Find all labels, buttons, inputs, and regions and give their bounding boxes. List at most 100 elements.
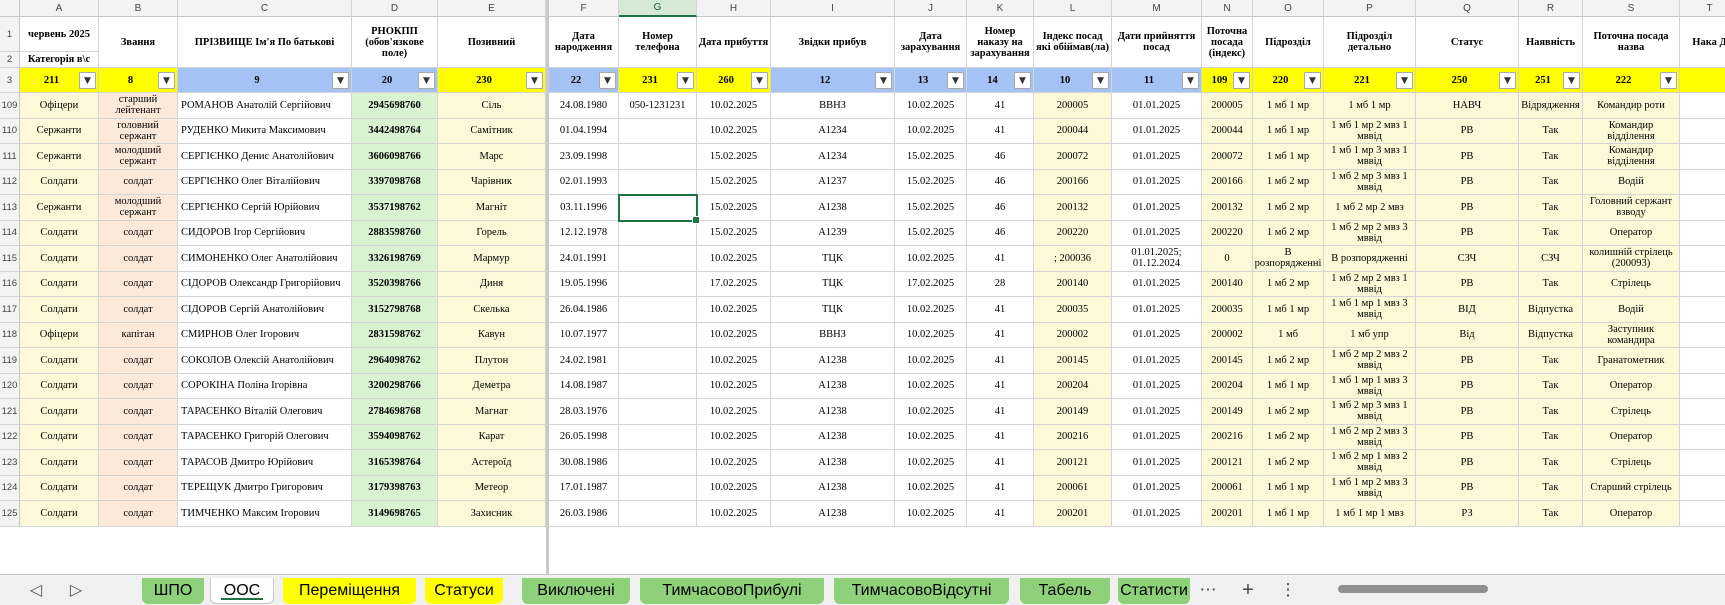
column-header-l[interactable]: L — [1034, 0, 1112, 17]
row-header[interactable]: 121 — [0, 399, 20, 425]
header-cell-m[interactable]: Дати прийняття посад — [1112, 17, 1202, 68]
table-cell[interactable]: 10.02.2025 — [697, 297, 771, 323]
table-cell[interactable]: СЗЧ — [1416, 246, 1519, 272]
table-cell[interactable] — [619, 373, 697, 399]
table-cell[interactable]: Відпустка — [1519, 297, 1583, 323]
table-cell[interactable]: Солдати — [20, 220, 99, 246]
more-sheets-icon[interactable]: ⋯ — [1196, 580, 1220, 600]
table-cell[interactable]: Відпустка — [1519, 322, 1583, 348]
table-cell[interactable]: РВ — [1416, 475, 1519, 501]
table-cell[interactable]: 41 — [967, 93, 1034, 119]
table-cell[interactable]: 200216 — [1034, 424, 1112, 450]
table-cell[interactable]: Оператор — [1583, 220, 1680, 246]
table-cell[interactable] — [619, 220, 697, 246]
table-cell[interactable]: 17.02.2025 — [895, 271, 967, 297]
table-cell[interactable]: Командир роти — [1583, 93, 1680, 119]
header-cell-d[interactable]: РНОКПП (обов'язкове поле) — [352, 17, 438, 68]
row-header-3[interactable]: 3 — [0, 68, 20, 93]
table-cell[interactable]: Так — [1519, 118, 1583, 144]
table-cell[interactable]: Марс — [438, 144, 546, 170]
table-cell[interactable]: молодший сержант — [99, 195, 178, 221]
table-cell[interactable]: Плутон — [438, 348, 546, 374]
table-cell[interactable]: 2831598762 — [352, 322, 438, 348]
table-cell[interactable]: А1238 — [771, 475, 895, 501]
table-cell[interactable]: Мармур — [438, 246, 546, 272]
table-cell[interactable]: 3149698765 — [352, 501, 438, 527]
table-cell[interactable]: 01.01.2025 — [1112, 144, 1202, 170]
table-cell[interactable]: А1238 — [771, 195, 895, 221]
table-cell[interactable] — [619, 297, 697, 323]
table-cell[interactable]: 10.02.2025 — [895, 322, 967, 348]
table-cell[interactable]: Захисник — [438, 501, 546, 527]
row-header[interactable]: 120 — [0, 373, 20, 399]
table-cell[interactable]: Оператор — [1583, 424, 1680, 450]
table-cell[interactable]: 1 мб 1 мр 1 мвз 3 мввід — [1324, 297, 1416, 323]
header-cell-p[interactable]: Підрозділ детально — [1324, 17, 1416, 68]
table-cell[interactable]: молодший сержант — [99, 144, 178, 170]
table-cell[interactable]: А1238 — [771, 424, 895, 450]
table-cell[interactable]: СИМОНЕНКО Олег Анатолійович — [178, 246, 352, 272]
table-cell[interactable]: 15.02.2025 — [697, 220, 771, 246]
table-cell[interactable]: Магнат — [438, 399, 546, 425]
row-header[interactable]: 122 — [0, 424, 20, 450]
table-cell[interactable] — [1680, 246, 1725, 272]
table-cell[interactable]: 200166 — [1202, 169, 1253, 195]
table-cell[interactable]: 1 мб 2 мр — [1253, 220, 1324, 246]
header-cell-k[interactable]: Номер наказу на зарахування — [967, 17, 1034, 68]
table-cell[interactable] — [619, 246, 697, 272]
table-cell[interactable]: 200220 — [1202, 220, 1253, 246]
table-cell[interactable]: 17.02.2025 — [697, 271, 771, 297]
table-cell[interactable]: 1 мб 1 мр 2 мвз 3 мввід — [1324, 475, 1416, 501]
table-cell[interactable]: 3520398766 — [352, 271, 438, 297]
table-cell[interactable]: 200216 — [1202, 424, 1253, 450]
table-cell[interactable]: колишній стрілець (200093) — [1583, 246, 1680, 272]
table-cell[interactable]: 10.02.2025 — [697, 399, 771, 425]
table-cell[interactable]: А1238 — [771, 348, 895, 374]
table-cell[interactable]: Сержанти — [20, 118, 99, 144]
table-cell[interactable]: ; 200036 — [1034, 246, 1112, 272]
column-header-g[interactable]: G — [619, 0, 697, 17]
table-cell[interactable]: 10.07.1977 — [549, 322, 619, 348]
table-cell[interactable]: 28.03.1976 — [549, 399, 619, 425]
table-cell[interactable]: Сержанти — [20, 144, 99, 170]
table-cell[interactable]: 1 мб 2 мр — [1253, 271, 1324, 297]
table-cell[interactable] — [1680, 169, 1725, 195]
header-cell-n[interactable]: Поточна посада (індекс) — [1202, 17, 1253, 68]
table-cell[interactable] — [619, 169, 697, 195]
table-cell[interactable]: 1 мб 2 мр — [1253, 450, 1324, 476]
table-cell[interactable]: РВ — [1416, 169, 1519, 195]
table-cell[interactable]: 10.02.2025 — [697, 424, 771, 450]
table-cell[interactable]: СЕРГІЄНКО Сергій Юрійович — [178, 195, 352, 221]
table-cell[interactable]: 1 мб 1 мр — [1253, 93, 1324, 119]
table-cell[interactable] — [1680, 501, 1725, 527]
table-cell[interactable]: А1238 — [771, 373, 895, 399]
table-cell[interactable]: Чарівник — [438, 169, 546, 195]
table-cell[interactable]: Так — [1519, 169, 1583, 195]
row-header[interactable]: 118 — [0, 322, 20, 348]
filter-dropdown-button[interactable]: ▼ — [1233, 72, 1250, 89]
table-cell[interactable]: 10.02.2025 — [697, 93, 771, 119]
table-cell[interactable]: 200201 — [1034, 501, 1112, 527]
row-header[interactable]: 116 — [0, 271, 20, 297]
table-cell[interactable]: Астероїд — [438, 450, 546, 476]
table-cell[interactable]: А1234 — [771, 144, 895, 170]
table-cell[interactable]: 17.01.1987 — [549, 475, 619, 501]
table-cell[interactable]: ТАРАСЕНКО Григорій Олегович — [178, 424, 352, 450]
table-cell[interactable]: старший лейтенант — [99, 93, 178, 119]
table-cell[interactable]: Командир відділення — [1583, 118, 1680, 144]
table-cell[interactable]: Деметра — [438, 373, 546, 399]
table-cell[interactable]: Магніт — [438, 195, 546, 221]
table-cell[interactable]: 200072 — [1034, 144, 1112, 170]
column-header-o[interactable]: O — [1253, 0, 1324, 17]
table-cell[interactable]: 01.01.2025 — [1112, 169, 1202, 195]
table-cell[interactable]: Солдати — [20, 297, 99, 323]
table-cell[interactable]: 1 мб — [1253, 322, 1324, 348]
table-cell[interactable]: 14.08.1987 — [549, 373, 619, 399]
table-cell[interactable]: 10.02.2025 — [697, 246, 771, 272]
table-cell[interactable]: ТЦК — [771, 297, 895, 323]
table-cell[interactable] — [619, 424, 697, 450]
table-cell[interactable]: 41 — [967, 501, 1034, 527]
column-header-b[interactable]: B — [99, 0, 178, 17]
table-cell[interactable]: 46 — [967, 220, 1034, 246]
table-cell[interactable] — [1680, 118, 1725, 144]
